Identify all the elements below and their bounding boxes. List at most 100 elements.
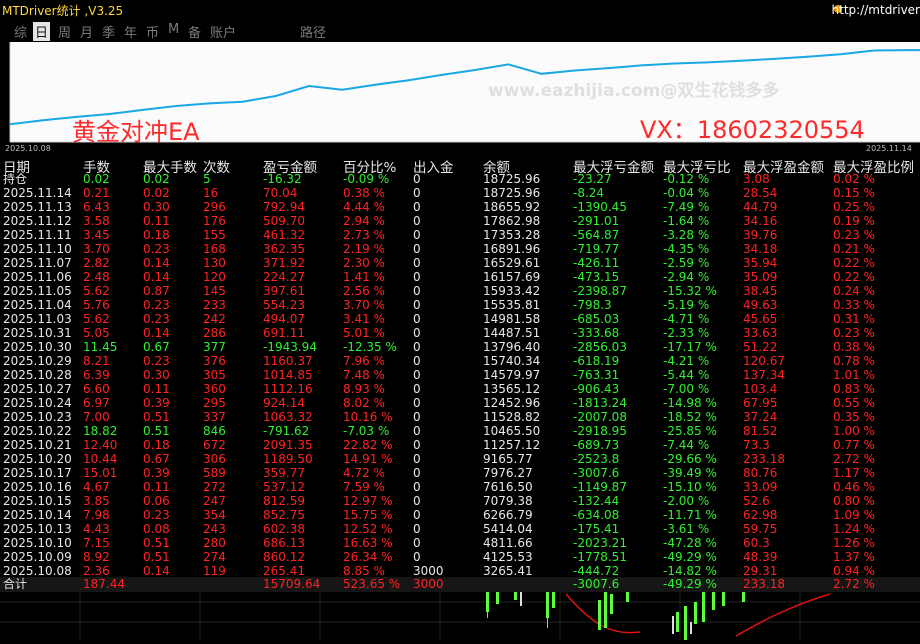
table-row[interactable]: 2025.10.09 8.92 0.51 274 860.12 26.34 % 0 4125.… <box>0 550 920 564</box>
cell-io: 0 <box>413 312 421 326</box>
table-row[interactable]: 2025.10.17 15.01 0.39 589 359.77 4.72 % 0 7976.… <box>0 466 920 480</box>
cell-date: 2025.10.14 <box>3 508 72 522</box>
table-row[interactable]: 2025.10.24 6.97 0.39 295 924.14 8.02 % 0 12452.… <box>0 396 920 410</box>
cell-io: 0 <box>413 522 421 536</box>
cell-max-lots: 0.18 <box>143 228 170 242</box>
table-row[interactable]: 2025.10.20 10.44 0.67 306 1189.50 14.91 % 0 916… <box>0 452 920 466</box>
cell-max-float-loss-pct: -14.98 % <box>663 396 717 410</box>
cell-lots: 0.21 <box>83 186 110 200</box>
cell-max-float-profit: 52.6 <box>743 494 770 508</box>
tab-currency[interactable]: 币 <box>146 22 159 41</box>
cell-max-float-profit-pct: 1.09 % <box>833 508 875 522</box>
cell-lots: 5.05 <box>83 326 110 340</box>
table-row[interactable]: 2025.10.15 3.85 0.06 247 812.59 12.97 % 0 7079.… <box>0 494 920 508</box>
tab-quarter[interactable]: 季 <box>102 22 115 41</box>
cell-pnl: 2091.35 <box>263 438 313 452</box>
cell-lots: 3.85 <box>83 494 110 508</box>
cell-balance: 14487.51 <box>483 326 541 340</box>
cell-count: 305 <box>203 368 226 382</box>
cell-balance: 16529.61 <box>483 256 541 270</box>
table-row[interactable]: 2025.10.10 7.15 0.51 280 686.13 16.63 % 0 4811.… <box>0 536 920 550</box>
cell-io: 0 <box>413 452 421 466</box>
table-row[interactable]: 2025.11.06 2.48 0.14 120 224.27 1.41 % 0 16157.… <box>0 270 920 284</box>
cell-lots: 3.45 <box>83 228 110 242</box>
table-row[interactable]: 2025.11.13 6.43 0.30 296 792.94 4.44 % 0 18655.… <box>0 200 920 214</box>
cell-lots: 6.39 <box>83 368 110 382</box>
cell-io: 0 <box>413 508 421 522</box>
equity-point <box>341 88 344 91</box>
cell-io: 0 <box>413 214 421 228</box>
table-row[interactable]: 2025.10.16 4.67 0.11 272 537.12 7.59 % 0 7616.5… <box>0 480 920 494</box>
cell-count: 119 <box>203 564 226 578</box>
table-row[interactable]: 2025.10.14 7.98 0.23 354 852.75 15.75 % 0 6266.… <box>0 508 920 522</box>
cell-count: 176 <box>203 214 226 228</box>
cell-max-float-loss: -473.15 <box>573 270 620 284</box>
cell-pnl: 686.13 <box>263 536 305 550</box>
cell-balance: 9165.77 <box>483 452 533 466</box>
table-row[interactable]: 2025.11.11 3.45 0.18 155 461.32 2.73 % 0 17353.… <box>0 228 920 242</box>
cell-pct: 12.52 % <box>343 522 393 536</box>
tab-path[interactable]: 路径 <box>300 22 326 41</box>
cell-max-float-loss-pct: -4.35 % <box>663 242 710 256</box>
cell-pct: 2.30 % <box>343 256 385 270</box>
cell-balance: 17353.28 <box>483 228 541 242</box>
cell-balance: 14981.58 <box>483 312 541 326</box>
tab-week[interactable]: 周 <box>58 22 71 41</box>
table-row[interactable]: 2025.11.03 5.62 0.23 242 494.07 3.41 % 0 14981.… <box>0 312 920 326</box>
total-pct: 523.65 % <box>343 577 401 591</box>
table-row[interactable]: 2025.10.27 6.60 0.11 360 1112.16 8.93 % 0 13565… <box>0 382 920 396</box>
tab-note[interactable]: 备 <box>188 22 201 41</box>
table-row[interactable]: 2025.10.29 8.21 0.23 376 1160.37 7.96 % 0 15740… <box>0 354 920 368</box>
table-row[interactable]: 2025.10.23 7.00 0.51 337 1063.32 10.16 % 0 1152… <box>0 410 920 424</box>
table-row[interactable]: 2025.11.04 5.76 0.23 233 554.23 3.70 % 0 15535.… <box>0 298 920 312</box>
table-row[interactable]: 2025.10.13 4.43 0.08 243 602.38 12.52 % 0 5414.… <box>0 522 920 536</box>
strip-grid <box>0 592 920 640</box>
table-row[interactable]: 2025.11.05 5.62 0.87 145 397.61 2.56 % 0 15933.… <box>0 284 920 298</box>
cell-max-float-loss: -426.11 <box>573 256 620 270</box>
equity-point <box>175 105 178 107</box>
cell-max-float-profit-pct: 0.25 % <box>833 200 875 214</box>
tab-month[interactable]: 月 <box>80 22 93 41</box>
cell-max-float-profit: 62.98 <box>743 508 778 522</box>
table-row[interactable]: 2025.10.31 5.05 0.14 286 691.11 5.01 % 0 14487.… <box>0 326 920 340</box>
cell-max-float-loss: -719.77 <box>573 242 620 256</box>
cell-balance: 14579.97 <box>483 368 541 382</box>
cell-date: 2025.10.30 <box>3 340 72 354</box>
cell-max-float-profit: 34.18 <box>743 242 778 256</box>
table-row[interactable]: 2025.11.07 2.82 0.14 130 371.92 2.30 % 0 16529.… <box>0 256 920 270</box>
tab-day[interactable]: 日 <box>33 22 51 41</box>
cell-max-float-profit: 33.63 <box>743 326 778 340</box>
table-row[interactable]: 2025.10.30 11.45 0.67 377 -1943.94 -12.35 % 0 1… <box>0 340 920 354</box>
cell-max-lots: 0.87 <box>143 284 170 298</box>
cell-count: 242 <box>203 312 226 326</box>
cell-max-float-profit-pct: 2.72 % <box>833 452 875 466</box>
cell-max-float-loss: -906.43 <box>573 382 620 396</box>
cell-pct: 15.75 % <box>343 508 393 522</box>
table-row[interactable]: 2025.10.22 18.82 0.51 846 -791.62 -7.03 % 0 104… <box>0 424 920 438</box>
table-row[interactable]: 2025.11.14 0.21 0.02 16 70.04 0.38 % 0 18725.96… <box>0 186 920 200</box>
table-row[interactable]: 2025.10.21 12.40 0.18 672 2091.35 22.82 % 0 112… <box>0 438 920 452</box>
equity-point <box>906 49 908 52</box>
tab-overview[interactable]: 综 <box>14 22 27 41</box>
cell-count: 274 <box>203 550 226 564</box>
cell-max-float-loss-pct: -1.64 % <box>663 214 710 228</box>
cell-count: 846 <box>203 424 226 438</box>
cell-io: 0 <box>413 284 421 298</box>
cell-io: 0 <box>413 172 421 186</box>
tab-account[interactable]: 账户 <box>210 22 236 41</box>
url-link[interactable]: http://mtdriver <box>832 3 920 17</box>
cell-lots: 2.48 <box>83 270 110 284</box>
tab-magic[interactable]: M <box>168 22 179 37</box>
cell-max-float-loss: -2398.87 <box>573 284 627 298</box>
table-row[interactable]: 2025.11.10 3.70 0.23 168 362.35 2.19 % 0 16891.… <box>0 242 920 256</box>
cell-max-float-loss: -1149.87 <box>573 480 627 494</box>
cell-max-float-loss: -634.08 <box>573 508 620 522</box>
tab-year[interactable]: 年 <box>124 22 137 41</box>
table-row[interactable]: 2025.11.12 3.58 0.11 176 509.70 2.94 % 0 17862.… <box>0 214 920 228</box>
table-row[interactable]: 2025.10.28 6.39 0.30 305 1014.85 7.48 % 0 14579… <box>0 368 920 382</box>
cell-pnl: 812.59 <box>263 494 305 508</box>
equity-point <box>9 123 11 126</box>
table-row[interactable]: 持仓 0.02 0.02 5 -16.32 -0.09 % 0 18725.96 -23.27 -… <box>0 172 920 186</box>
table-row[interactable]: 2025.10.08 2.36 0.14 119 265.41 8.85 % 3000 326… <box>0 564 920 578</box>
equity-point <box>739 59 742 62</box>
